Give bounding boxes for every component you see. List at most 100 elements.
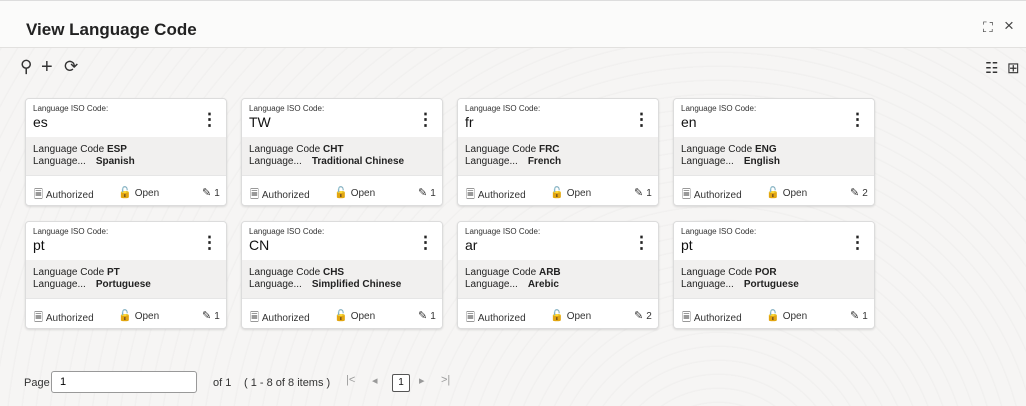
card-details: Language Code ARB Language... Arebic — [458, 260, 658, 298]
card-header: Language ISO Code: ar ⋮ — [458, 222, 658, 260]
unlock-icon: 🔓 — [766, 310, 780, 322]
card-details: Language Code FRC Language... French — [458, 137, 658, 175]
language-name-line: Language... Spanish — [33, 156, 135, 167]
language-name-line: Language... Traditional Chinese — [249, 156, 404, 167]
language-card[interactable]: Language ISO Code: en ⋮ Language Code EN… — [673, 98, 875, 206]
language-name-value: French — [527, 156, 562, 167]
more-options-icon[interactable]: ⋮ — [201, 234, 218, 251]
language-code-line: Language Code FRC — [465, 144, 560, 155]
grid-view-icon[interactable]: ⊞ — [1007, 59, 1020, 77]
language-code-value: CHS — [322, 267, 345, 278]
item-range: ( 1 - 8 of 8 items ) — [244, 377, 331, 389]
add-icon[interactable]: + — [41, 57, 53, 77]
language-name-label: Language... — [681, 279, 734, 290]
language-code-label: Language Code — [465, 144, 537, 155]
open-status: 🔓 Open — [118, 186, 159, 199]
card-header: Language ISO Code: pt ⋮ — [26, 222, 226, 260]
language-code-label: Language Code — [33, 144, 105, 155]
language-code-line: Language Code POR — [681, 267, 777, 278]
card-header: Language ISO Code: TW ⋮ — [242, 99, 442, 137]
authorized-status: 🗏 Authorized — [250, 186, 310, 205]
more-options-icon[interactable]: ⋮ — [849, 234, 866, 251]
authorized-status-text: Authorized — [477, 313, 526, 324]
more-options-icon[interactable]: ⋮ — [633, 111, 650, 128]
language-name-value: Arebic — [527, 279, 559, 290]
language-code-value: ARB — [538, 267, 561, 278]
more-options-icon[interactable]: ⋮ — [849, 111, 866, 128]
language-name-label: Language... — [465, 156, 518, 167]
search-icon[interactable]: ⚲ — [20, 57, 32, 77]
card-header: Language ISO Code: es ⋮ — [26, 99, 226, 137]
more-options-icon[interactable]: ⋮ — [417, 234, 434, 251]
authorized-status: 🗏 Authorized — [466, 186, 526, 205]
more-options-icon[interactable]: ⋮ — [417, 111, 434, 128]
edit-count-value: 1 — [430, 188, 436, 199]
language-name-label: Language... — [249, 156, 302, 167]
language-card[interactable]: Language ISO Code: ar ⋮ Language Code AR… — [457, 221, 659, 329]
more-options-icon[interactable]: ⋮ — [201, 111, 218, 128]
language-name-value: Portuguese — [743, 279, 799, 290]
card-footer: 🗏 Authorized 🔓 Open ✎ 1 — [26, 175, 226, 205]
language-name-label: Language... — [33, 279, 86, 290]
first-page-button[interactable]: |< — [346, 374, 355, 386]
open-status-text: Open — [782, 188, 808, 199]
authorized-status: 🗏 Authorized — [250, 309, 310, 328]
page-input[interactable] — [51, 371, 197, 393]
page-total: of 1 — [213, 377, 232, 389]
authorized-status-text: Authorized — [693, 313, 742, 324]
language-card[interactable]: Language ISO Code: fr ⋮ Language Code FR… — [457, 98, 659, 206]
iso-code-value: en — [681, 114, 697, 130]
language-code-value: PT — [106, 267, 120, 278]
card-header: Language ISO Code: CN ⋮ — [242, 222, 442, 260]
language-card[interactable]: Language ISO Code: CN ⋮ Language Code CH… — [241, 221, 443, 329]
edit-icon: ✎ — [418, 187, 428, 199]
language-name-line: Language... Portuguese — [681, 279, 799, 290]
document-check-icon: 🗏 — [682, 312, 691, 324]
language-card[interactable]: Language ISO Code: TW ⋮ Language Code CH… — [241, 98, 443, 206]
list-view-icon[interactable]: ☷ — [985, 59, 998, 77]
edit-icon: ✎ — [634, 310, 644, 322]
language-code-label: Language Code — [681, 144, 753, 155]
card-footer: 🗏 Authorized 🔓 Open ✎ 2 — [674, 175, 874, 205]
unlock-icon: 🔓 — [334, 187, 348, 199]
edit-count: ✎ 1 — [202, 309, 220, 322]
edit-count-value: 2 — [646, 311, 652, 322]
language-card[interactable]: Language ISO Code: pt ⋮ Language Code PT… — [25, 221, 227, 329]
edit-icon: ✎ — [850, 310, 860, 322]
authorized-status: 🗏 Authorized — [34, 186, 94, 205]
current-page-button[interactable]: 1 — [392, 374, 410, 392]
language-name-label: Language... — [249, 279, 302, 290]
card-details: Language Code CHT Language... Traditional… — [242, 137, 442, 175]
unlock-icon: 🔓 — [118, 310, 132, 322]
more-options-icon[interactable]: ⋮ — [633, 234, 650, 251]
language-code-label: Language Code — [249, 267, 321, 278]
card-footer: 🗏 Authorized 🔓 Open ✎ 1 — [458, 175, 658, 205]
edit-icon: ✎ — [418, 310, 428, 322]
language-card[interactable]: Language ISO Code: pt ⋮ Language Code PO… — [673, 221, 875, 329]
prev-page-button[interactable]: ◂ — [372, 374, 378, 387]
language-card[interactable]: Language ISO Code: es ⋮ Language Code ES… — [25, 98, 227, 206]
page-label: Page — [24, 377, 50, 389]
next-page-button[interactable]: ▸ — [419, 374, 425, 387]
language-name-value: Traditional Chinese — [311, 156, 405, 167]
document-check-icon: 🗏 — [466, 312, 475, 324]
card-footer: 🗏 Authorized 🔓 Open ✎ 1 — [26, 298, 226, 328]
unlock-icon: 🔓 — [118, 187, 132, 199]
iso-code-label: Language ISO Code: — [249, 227, 325, 236]
iso-code-label: Language ISO Code: — [33, 227, 109, 236]
refresh-icon[interactable]: ⟳ — [64, 57, 78, 77]
edit-icon: ✎ — [202, 310, 212, 322]
language-code-line: Language Code CHS — [249, 267, 344, 278]
iso-code-value: CN — [249, 237, 270, 253]
iso-code-value: pt — [681, 237, 693, 253]
language-code-label: Language Code — [33, 267, 105, 278]
document-check-icon: 🗏 — [250, 189, 259, 201]
close-icon[interactable]: × — [1004, 16, 1014, 36]
last-page-button[interactable]: >| — [441, 374, 450, 386]
iso-code-value: es — [33, 114, 48, 130]
card-header: Language ISO Code: pt ⋮ — [674, 222, 874, 260]
language-code-line: Language Code ESP — [33, 144, 127, 155]
expand-icon[interactable]: ⛶ — [983, 19, 993, 36]
language-code-value: FRC — [538, 144, 560, 155]
language-name-value: Spanish — [95, 156, 135, 167]
